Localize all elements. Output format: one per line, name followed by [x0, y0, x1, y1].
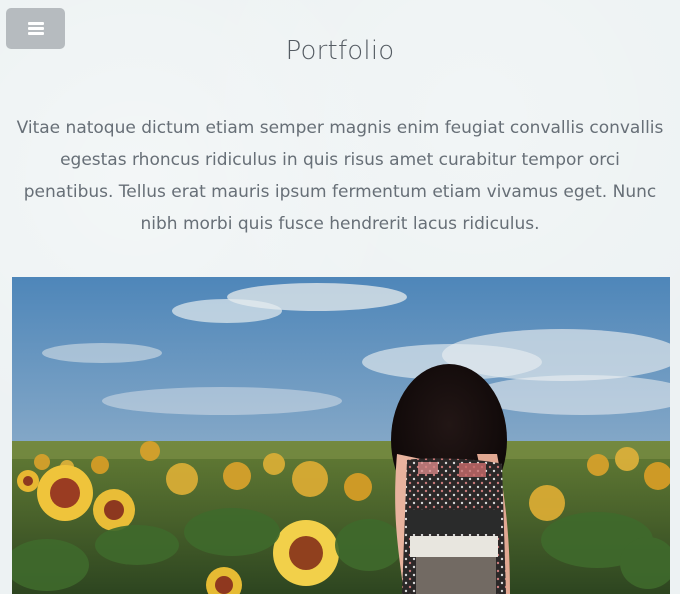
menu-icon-bar	[27, 32, 44, 35]
menu-icon-bar	[27, 22, 44, 25]
portfolio-page: Portfolio Vitae natoque dictum etiam sem…	[0, 0, 680, 594]
sunflower-field-illustration	[12, 277, 670, 594]
intro-paragraph: Vitae natoque dictum etiam semper magnis…	[16, 118, 664, 234]
page-title: Portfolio	[285, 36, 395, 66]
hero-image	[12, 277, 670, 594]
hamburger-menu-icon	[27, 22, 44, 35]
menu-icon-bar	[27, 27, 44, 30]
